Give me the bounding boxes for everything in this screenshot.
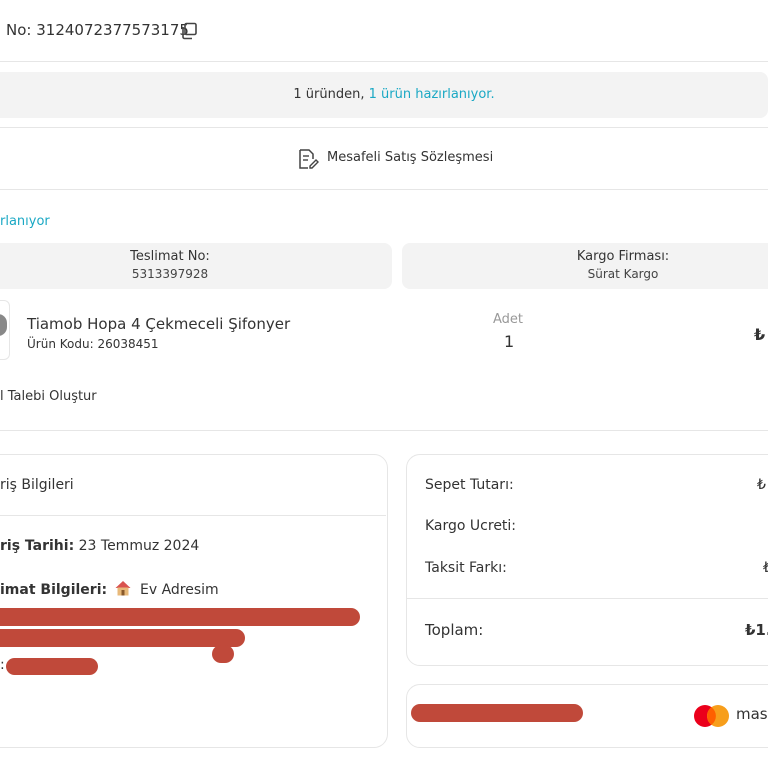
total-value: ₺1.: [745, 621, 768, 639]
address-label: imat Bilgileri:: [0, 582, 108, 598]
product-price: ₺: [754, 325, 766, 344]
divider: [0, 127, 768, 128]
divider: [0, 515, 386, 516]
card-brand: mas: [736, 705, 768, 723]
shipping-label: Kargo Ucreti:: [425, 518, 517, 534]
copy-icon[interactable]: [180, 22, 198, 40]
order-no-label: No:: [6, 21, 32, 39]
divider: [0, 430, 768, 431]
total-label: Toplam:: [425, 621, 484, 639]
basket-label: Sepet Tutarı:: [425, 477, 514, 493]
quantity-label: Adet: [493, 312, 524, 327]
installment-value: ₺: [763, 560, 768, 576]
redacted-card-number: [411, 704, 583, 722]
redacted-phone: [6, 658, 98, 675]
mastercard-icon: [691, 703, 733, 729]
order-date: riş Tarihi: 23 Temmuz 2024: [0, 538, 199, 554]
status-text: 1 üründen, 1 ürün hazırlanıyor.: [0, 87, 768, 102]
delivery-no-value: 5313397928: [131, 267, 209, 281]
divider: [0, 189, 768, 190]
order-info-card: [0, 454, 388, 748]
contract-link[interactable]: Mesafeli Satış Sözleşmesi: [327, 150, 493, 165]
basket-value: ₺: [757, 477, 766, 493]
delivery-no-label: Teslimat No:: [130, 249, 210, 264]
order-info-title: riş Bilgileri: [0, 477, 74, 493]
product-thumbnail[interactable]: [0, 300, 10, 360]
document-edit-icon[interactable]: [296, 147, 320, 171]
house-icon: [114, 579, 132, 597]
status-preparing: 1 ürün hazırlanıyor.: [368, 87, 495, 102]
product-code: Ürün Kodu: 26038451: [27, 337, 159, 351]
order-number: No: 3124072377573175: [6, 21, 189, 39]
order-date-value: 23 Temmuz 2024: [78, 538, 200, 554]
delivery-address: imat Bilgileri: Ev Adresim: [0, 579, 219, 598]
shipment-status: rlanıyor: [0, 214, 50, 229]
create-request-button[interactable]: l Talebi Oluştur: [0, 389, 97, 404]
carrier-label: Kargo Firması:: [576, 249, 670, 264]
redacted-address-line-1: [0, 608, 360, 626]
divider: [407, 598, 768, 599]
product-code-value: 26038451: [97, 337, 159, 351]
phone-label: :: [0, 657, 5, 673]
redacted-address-line-2: [0, 629, 245, 647]
status-count: 1 üründen,: [293, 87, 365, 102]
carrier-value: Sürat Kargo: [587, 267, 659, 281]
installment-label: Taksit Farkı:: [425, 560, 507, 576]
product-name[interactable]: Tiamob Hopa 4 Çekmeceli Şifonyer: [27, 315, 290, 333]
order-date-label: riş Tarihi:: [0, 538, 75, 554]
product-code-label: Ürün Kodu:: [27, 337, 94, 351]
redacted-mark: [212, 645, 234, 663]
order-no-value: 3124072377573175: [36, 21, 189, 39]
address-value: Ev Adresim: [140, 582, 219, 598]
quantity-value: 1: [504, 332, 515, 351]
divider: [0, 61, 768, 62]
